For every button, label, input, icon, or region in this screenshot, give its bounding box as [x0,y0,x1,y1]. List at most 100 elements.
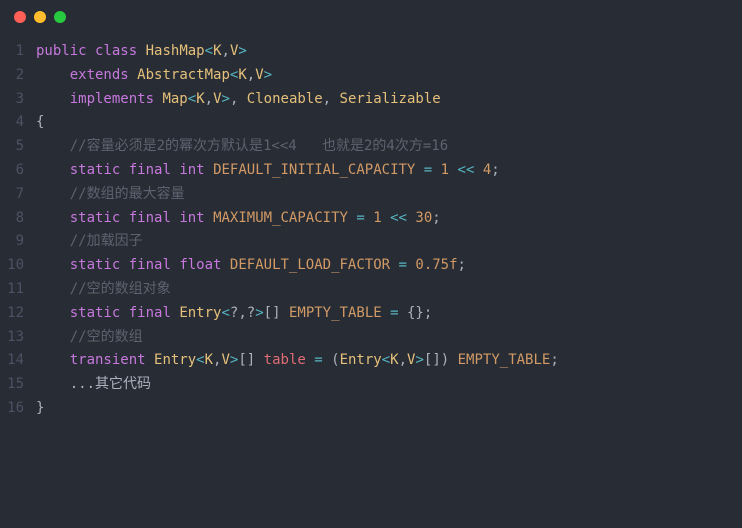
token-plain [382,305,390,321]
code-content[interactable]: //空的数组对象 [36,278,742,302]
code-line[interactable]: 6 static final int DEFAULT_INITIAL_CAPAC… [0,159,742,183]
code-line[interactable]: 12 static final Entry<?,?>[] EMPTY_TABLE… [0,302,742,326]
code-line[interactable]: 15 ...其它代码 [0,373,742,397]
token-kw: implements [70,91,154,107]
line-number: 14 [0,349,36,373]
token-plain [323,352,331,368]
code-content[interactable]: static final Entry<?,?>[] EMPTY_TABLE = … [36,302,742,326]
code-content[interactable]: public class HashMap<K,V> [36,40,742,64]
token-type: K [196,91,204,107]
token-kw: float [179,257,221,273]
token-plain [399,305,407,321]
token-plain [120,257,128,273]
code-content[interactable]: extends AbstractMap<K,V> [36,64,742,88]
token-plain [36,186,70,202]
token-angleb: < [382,352,390,368]
token-const: EMPTY_TABLE [289,305,382,321]
token-plain [87,43,95,59]
token-plain [474,162,482,178]
token-kw: final [129,257,171,273]
code-content[interactable]: static final float DEFAULT_LOAD_FACTOR =… [36,254,742,278]
code-content[interactable]: static final int DEFAULT_INITIAL_CAPACIT… [36,159,742,183]
line-number: 12 [0,302,36,326]
token-angleb: < [196,352,204,368]
token-punc: {}; [407,305,432,321]
token-kw: static [70,210,121,226]
token-type: K [213,43,221,59]
token-const: DEFAULT_LOAD_FACTOR [230,257,390,273]
line-number: 13 [0,326,36,350]
line-number: 16 [0,397,36,421]
code-content[interactable]: //加载因子 [36,230,742,254]
code-content[interactable]: //数组的最大容量 [36,183,742,207]
token-kw: transient [70,352,146,368]
token-plain [146,352,154,368]
token-type: Serializable [340,91,441,107]
code-line[interactable]: 11 //空的数组对象 [0,278,742,302]
line-number: 5 [0,135,36,159]
code-content[interactable]: transient Entry<K,V>[] table = (Entry<K,… [36,349,742,373]
token-punc: ( [331,352,339,368]
maximize-icon[interactable] [54,11,66,23]
code-content[interactable]: implements Map<K,V>, Cloneable, Serializ… [36,88,742,112]
code-line[interactable]: 1public class HashMap<K,V> [0,40,742,64]
code-content[interactable]: } [36,397,742,421]
line-number: 3 [0,88,36,112]
token-type: V [221,352,229,368]
code-line[interactable]: 7 //数组的最大容量 [0,183,742,207]
token-punc: , [238,305,246,321]
token-plain [129,67,137,83]
token-plain [137,43,145,59]
token-plain [432,162,440,178]
code-line[interactable]: 4{ [0,111,742,135]
token-plain [36,91,70,107]
code-line[interactable]: 9 //加载因子 [0,230,742,254]
code-content[interactable]: //容量必须是2的幂次方默认是1<<4 也就是2的4次方=16 [36,135,742,159]
token-num: 1 [441,162,449,178]
code-content[interactable]: static final int MAXIMUM_CAPACITY = 1 <<… [36,207,742,231]
token-type: HashMap [146,43,205,59]
minimize-icon[interactable] [34,11,46,23]
code-line[interactable]: 8 static final int MAXIMUM_CAPACITY = 1 … [0,207,742,231]
token-kw: int [179,210,204,226]
token-angleb: > [238,43,246,59]
token-type: Entry [340,352,382,368]
token-comment: //空的数组 [70,329,143,345]
token-comment: //空的数组对象 [70,281,171,297]
token-type: Entry [179,305,221,321]
token-angleb: > [415,352,423,368]
token-punc: ; [550,352,558,368]
token-plain [120,162,128,178]
code-line[interactable]: 10 static final float DEFAULT_LOAD_FACTO… [0,254,742,278]
close-icon[interactable] [14,11,26,23]
code-line[interactable]: 2 extends AbstractMap<K,V> [0,64,742,88]
line-number: 2 [0,64,36,88]
token-plain [36,138,70,154]
token-punc: , [222,43,230,59]
code-content[interactable]: ...其它代码 [36,373,742,397]
code-line[interactable]: 3 implements Map<K,V>, Cloneable, Serial… [0,88,742,112]
token-plain [36,162,70,178]
token-plain [415,162,423,178]
code-line[interactable]: 16} [0,397,742,421]
token-kw: class [95,43,137,59]
token-punc: , [247,67,255,83]
code-line[interactable]: 5 //容量必须是2的幂次方默认是1<<4 也就是2的4次方=16 [0,135,742,159]
code-line[interactable]: 13 //空的数组 [0,326,742,350]
token-plain [205,162,213,178]
token-plain [36,352,70,368]
token-plain: ...其它代码 [70,376,151,392]
token-punc: , [230,91,247,107]
code-line[interactable]: 14 transient Entry<K,V>[] table = (Entry… [0,349,742,373]
code-content[interactable]: //空的数组 [36,326,742,350]
token-type: AbstractMap [137,67,230,83]
token-op: = [314,352,322,368]
token-kw: public [36,43,87,59]
token-type: Cloneable [247,91,323,107]
token-comment: //容量必须是2的幂次方默认是1<<4 也就是2的4次方=16 [70,138,448,154]
code-content[interactable]: { [36,111,742,135]
code-editor[interactable]: 1public class HashMap<K,V>2 extends Abst… [0,34,742,431]
line-number: 15 [0,373,36,397]
token-plain [36,233,70,249]
token-plain [36,281,70,297]
